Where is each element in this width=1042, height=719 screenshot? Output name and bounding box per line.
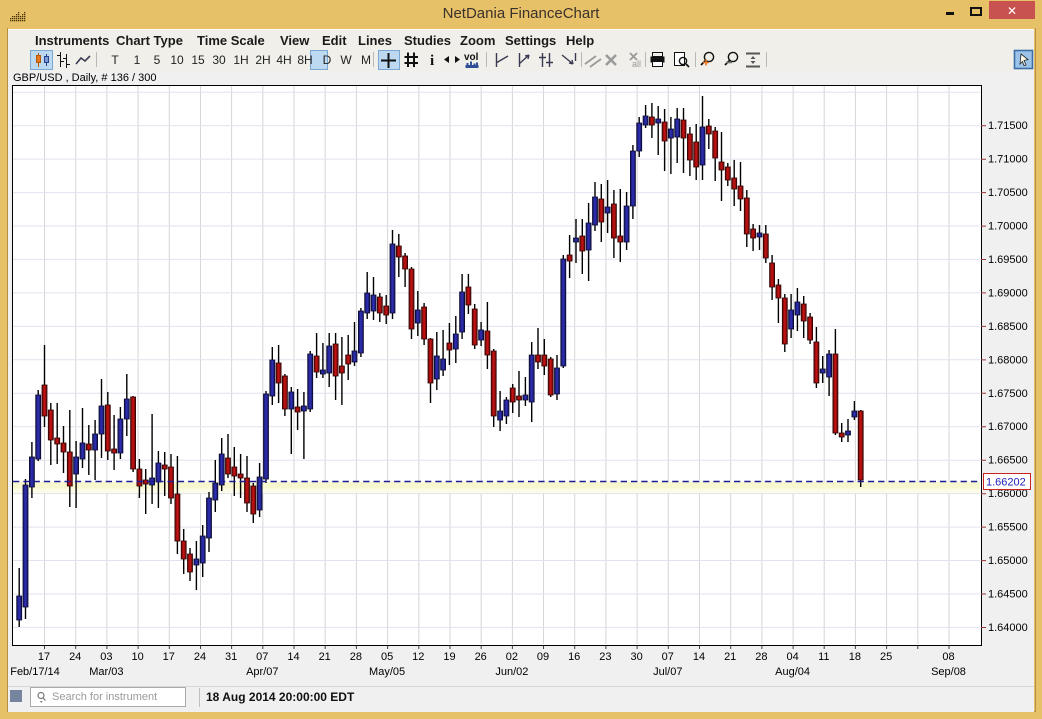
svg-text:21: 21 xyxy=(319,651,331,663)
svg-text:1.64000: 1.64000 xyxy=(988,622,1028,634)
svg-text:16: 16 xyxy=(568,651,580,663)
svg-text:1.70000: 1.70000 xyxy=(988,221,1028,233)
svg-text:GBP/USD , Daily, # 136 / 300: GBP/USD , Daily, # 136 / 300 xyxy=(13,72,156,84)
svg-text:26: 26 xyxy=(475,651,487,663)
svg-text:04: 04 xyxy=(786,651,798,663)
svg-text:1.64500: 1.64500 xyxy=(988,589,1028,601)
svg-text:23: 23 xyxy=(599,651,611,663)
svg-text:all: all xyxy=(632,59,641,69)
svg-text:1.66500: 1.66500 xyxy=(988,455,1028,467)
svg-text:Aug/04: Aug/04 xyxy=(775,666,810,678)
svg-text:05: 05 xyxy=(381,651,393,663)
svg-text:May/05: May/05 xyxy=(369,666,405,678)
svg-text:03: 03 xyxy=(100,651,112,663)
svg-text:Sep/08: Sep/08 xyxy=(931,666,966,678)
svg-text:19: 19 xyxy=(443,651,455,663)
svg-text:30: 30 xyxy=(630,651,642,663)
svg-text:1.67000: 1.67000 xyxy=(988,421,1028,433)
svg-text:18: 18 xyxy=(849,651,861,663)
svg-text:24: 24 xyxy=(69,651,81,663)
svg-text:1.68000: 1.68000 xyxy=(988,354,1028,366)
svg-text:07: 07 xyxy=(256,651,268,663)
svg-text:12: 12 xyxy=(412,651,424,663)
svg-text:07: 07 xyxy=(662,651,674,663)
svg-text:11: 11 xyxy=(818,651,829,663)
svg-text:17: 17 xyxy=(38,651,50,663)
svg-text:14: 14 xyxy=(287,651,299,663)
svg-text:Jun/02: Jun/02 xyxy=(495,666,528,678)
svg-text:17: 17 xyxy=(163,651,175,663)
svg-text:Feb/17/14: Feb/17/14 xyxy=(10,666,60,678)
svg-text:1.71000: 1.71000 xyxy=(988,154,1028,166)
svg-text:Jul/07: Jul/07 xyxy=(653,666,682,678)
svg-text:1.65000: 1.65000 xyxy=(988,555,1028,567)
svg-text:Apr/07: Apr/07 xyxy=(246,666,278,678)
svg-text:1.69000: 1.69000 xyxy=(988,287,1028,299)
svg-text:08: 08 xyxy=(942,651,954,663)
svg-text:1.69500: 1.69500 xyxy=(988,254,1028,266)
svg-text:28: 28 xyxy=(755,651,767,663)
svg-text:1.67500: 1.67500 xyxy=(988,388,1028,400)
svg-text:21: 21 xyxy=(724,651,736,663)
svg-text:24: 24 xyxy=(194,651,206,663)
svg-text:09: 09 xyxy=(537,651,549,663)
svg-text:1.68500: 1.68500 xyxy=(988,321,1028,333)
svg-text:02: 02 xyxy=(506,651,518,663)
svg-text:25: 25 xyxy=(880,651,892,663)
svg-text:31: 31 xyxy=(225,651,237,663)
svg-text:1.66202: 1.66202 xyxy=(986,477,1026,489)
svg-text:1.71500: 1.71500 xyxy=(988,120,1028,132)
svg-text:28: 28 xyxy=(350,651,362,663)
svg-text:1.70500: 1.70500 xyxy=(988,187,1028,199)
svg-text:Mar/03: Mar/03 xyxy=(89,666,123,678)
svg-text:10: 10 xyxy=(131,651,143,663)
svg-text:i: i xyxy=(430,53,434,69)
svg-text:1.65500: 1.65500 xyxy=(988,522,1028,534)
svg-text:14: 14 xyxy=(693,651,705,663)
svg-text:vol: vol xyxy=(464,52,479,63)
